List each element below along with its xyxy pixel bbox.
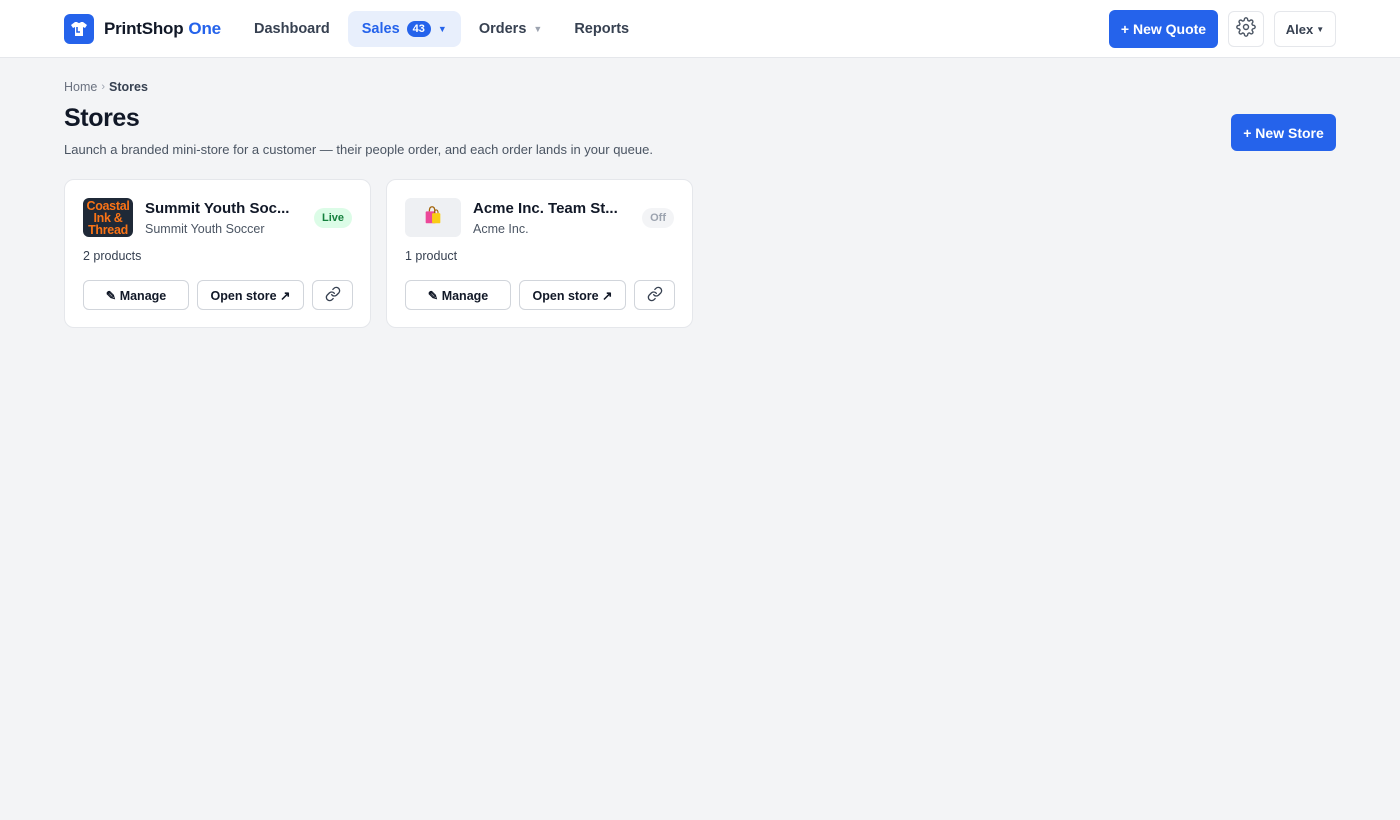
page-subtitle: Launch a branded mini-store for a custom… (64, 142, 653, 157)
store-customer: Summit Youth Soccer (145, 222, 265, 236)
link-icon (325, 286, 341, 305)
store-logo (405, 198, 461, 237)
nav-item-label: Orders (478, 21, 527, 37)
open-store-button[interactable]: Open store ↗ (519, 280, 626, 310)
nav-item-label: Reports (574, 21, 630, 37)
nav-item-reports[interactable]: Reports (560, 11, 643, 47)
manage-button[interactable]: ✎ Manage (83, 280, 189, 310)
brand-accent: One (188, 19, 221, 38)
sales-count-badge: 43 (406, 21, 431, 37)
t-shirt-icon (64, 14, 94, 44)
nav-item-orders[interactable]: Orders ▼ (465, 11, 556, 47)
copy-link-button[interactable] (634, 280, 675, 310)
link-icon (647, 286, 663, 305)
status-badge: Live (313, 208, 352, 228)
main-nav: Dashboard Sales 43 ▼ Orders ▼ Reports (240, 11, 643, 47)
open-store-button[interactable]: Open store ↗ (197, 280, 304, 310)
gear-icon (1236, 16, 1256, 42)
new-quote-button[interactable]: + New Quote (1109, 10, 1218, 48)
shopping-bags-icon (422, 204, 444, 231)
breadcrumb-separator: › (101, 81, 106, 93)
nav-item-label: Sales (361, 21, 400, 37)
store-product-count: 1 product (405, 249, 458, 263)
nav-item-dashboard[interactable]: Dashboard (240, 11, 344, 47)
breadcrumb-current: Stores (109, 80, 148, 94)
copy-link-button[interactable] (312, 280, 353, 310)
store-actions: ✎ Manage Open store ↗ (405, 280, 675, 310)
top-navbar: PrintShop One Dashboard Sales 43 ▼ Orders… (0, 0, 1400, 58)
manage-button[interactable]: ✎ Manage (405, 280, 511, 310)
store-card: Coastal Ink & Thread Summit Youth Soc...… (64, 179, 371, 328)
store-name[interactable]: Acme Inc. Team St... (473, 200, 618, 217)
store-actions: ✎ Manage Open store ↗ (83, 280, 353, 310)
nav-item-sales[interactable]: Sales 43 ▼ (347, 11, 461, 47)
nav-item-label: Dashboard (254, 21, 330, 37)
brand-name: PrintShop One (104, 19, 221, 38)
chevron-down-icon: ▼ (1316, 24, 1325, 34)
breadcrumb: Home › Stores (64, 79, 148, 95)
store-logo-line: Coastal (86, 198, 130, 213)
new-store-button[interactable]: + New Store (1231, 114, 1336, 151)
settings-button[interactable] (1228, 11, 1264, 47)
user-name: Alex (1285, 21, 1314, 37)
store-card: Acme Inc. Team St... Acme Inc. Off 1 pro… (386, 179, 693, 328)
brand-logo-link[interactable]: PrintShop One (64, 14, 221, 44)
store-logo-line: Thread (88, 222, 128, 237)
page-title: Stores (64, 104, 140, 132)
store-logo-line: Ink & (93, 210, 123, 225)
chevron-down-icon: ▼ (437, 24, 447, 34)
user-menu-button[interactable]: Alex ▼ (1274, 11, 1336, 47)
store-product-count: 2 products (83, 249, 142, 263)
status-badge: Off (642, 208, 674, 228)
store-logo: Coastal Ink & Thread (83, 198, 133, 237)
store-customer: Acme Inc. (473, 222, 529, 236)
chevron-down-icon: ▼ (533, 24, 543, 34)
breadcrumb-home-link[interactable]: Home (64, 80, 97, 94)
store-name[interactable]: Summit Youth Soc... (145, 200, 290, 217)
